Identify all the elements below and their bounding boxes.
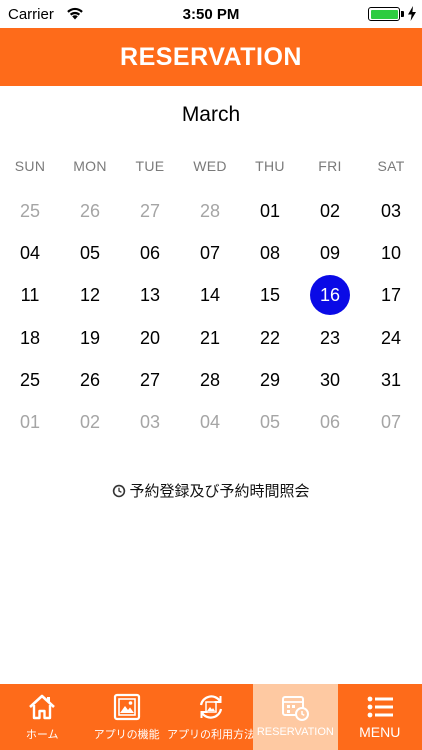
- tab-how-to-use[interactable]: アプリの利用方法: [166, 684, 255, 750]
- calendar-clock-icon: [282, 696, 310, 721]
- weekday-label: WED: [193, 158, 227, 174]
- status-bar: Carrier 3:50 PM: [0, 0, 422, 28]
- day-cell[interactable]: 02: [310, 191, 350, 231]
- day-cell[interactable]: 07: [190, 233, 230, 273]
- day-cell[interactable]: 26: [70, 360, 110, 400]
- day-cell[interactable]: 05: [250, 402, 290, 442]
- day-cell[interactable]: 06: [130, 233, 170, 273]
- day-cell[interactable]: 05: [70, 233, 110, 273]
- weekday-label: THU: [255, 158, 285, 174]
- app-header: RESERVATION: [0, 28, 422, 86]
- tab-how-to-use-label: アプリの利用方法: [166, 729, 255, 741]
- day-cell[interactable]: 01: [250, 191, 290, 231]
- calendar-grid: 25 26 27 28 01 02 03 04 05 06 07 08 09 10 11 12 13 14 15 16…: [0, 190, 422, 444]
- day-cell[interactable]: 25: [10, 191, 50, 231]
- weekday-label: TUE: [135, 158, 165, 174]
- day-cell[interactable]: 27: [130, 360, 170, 400]
- refresh-image-icon: [199, 695, 223, 719]
- day-cell[interactable]: 25: [10, 360, 50, 400]
- day-cell[interactable]: 01: [10, 402, 50, 442]
- tab-home-label: ホーム: [25, 729, 59, 741]
- tab-reservation-label: RESERVATION: [256, 726, 334, 738]
- day-cell[interactable]: 30: [310, 360, 350, 400]
- day-cell[interactable]: 11: [10, 275, 50, 315]
- day-cell[interactable]: 15: [250, 275, 290, 315]
- tab-reservation[interactable]: RESERVATION: [253, 684, 338, 750]
- day-cell[interactable]: 14: [190, 275, 230, 315]
- day-cell[interactable]: 24: [371, 318, 411, 358]
- tab-app-features-label: アプリの機能: [93, 729, 160, 741]
- day-cell[interactable]: 04: [190, 402, 230, 442]
- day-cell[interactable]: 03: [371, 191, 411, 231]
- day-cell[interactable]: 26: [70, 191, 110, 231]
- page-title: RESERVATION: [120, 42, 302, 71]
- selected-day-cell[interactable]: 16: [310, 275, 350, 315]
- day-cell[interactable]: 21: [190, 318, 230, 358]
- tab-menu[interactable]: MENU: [338, 684, 422, 750]
- day-cell[interactable]: 07: [371, 402, 411, 442]
- day-cell[interactable]: 23: [310, 318, 350, 358]
- bottom-tab-bar: ホーム アプリの機能 アプリの利用方法 RESERVATION MENU: [0, 684, 422, 750]
- day-cell[interactable]: 10: [371, 233, 411, 273]
- battery-icon: [368, 7, 400, 21]
- weekday-label: MON: [73, 158, 107, 174]
- day-cell[interactable]: 31: [371, 360, 411, 400]
- home-icon: [29, 694, 56, 720]
- weekday-label: SUN: [14, 158, 46, 174]
- day-cell[interactable]: 04: [10, 233, 50, 273]
- reservation-inquiry-link[interactable]: 予約登録及び予約時間照会: [0, 480, 422, 501]
- day-cell[interactable]: 18: [10, 318, 50, 358]
- reservation-inquiry-label: 予約登録及び予約時間照会: [129, 483, 310, 500]
- day-cell[interactable]: 13: [130, 275, 170, 315]
- month-title: March: [181, 103, 241, 126]
- day-cell[interactable]: 06: [310, 402, 350, 442]
- day-cell[interactable]: 12: [70, 275, 110, 315]
- weekday-label: FRI: [318, 158, 342, 174]
- clock-icon: [113, 484, 126, 497]
- tab-home[interactable]: ホーム: [0, 684, 84, 750]
- day-cell[interactable]: 28: [190, 360, 230, 400]
- tab-menu-label: MENU: [359, 724, 401, 740]
- day-cell[interactable]: 08: [250, 233, 290, 273]
- day-cell[interactable]: 28: [190, 191, 230, 231]
- day-cell[interactable]: 19: [70, 318, 110, 358]
- day-cell[interactable]: 27: [130, 191, 170, 231]
- clock-time: 3:50 PM: [182, 6, 240, 23]
- day-cell[interactable]: 09: [310, 233, 350, 273]
- day-cell[interactable]: 03: [130, 402, 170, 442]
- image-frame-icon: [113, 693, 140, 721]
- day-cell[interactable]: 22: [250, 318, 290, 358]
- menu-list-icon: [367, 696, 393, 718]
- charging-bolt-icon: [408, 6, 416, 21]
- day-cell[interactable]: 02: [70, 402, 110, 442]
- day-cell[interactable]: 17: [371, 275, 411, 315]
- day-cell[interactable]: 20: [130, 318, 170, 358]
- weekday-header: SUN MON TUE WED THU FRI SAT: [0, 158, 422, 180]
- day-cell[interactable]: 29: [250, 360, 290, 400]
- weekday-label: SAT: [377, 158, 405, 174]
- tab-app-features[interactable]: アプリの機能: [84, 684, 168, 750]
- battery-tip: [401, 11, 404, 17]
